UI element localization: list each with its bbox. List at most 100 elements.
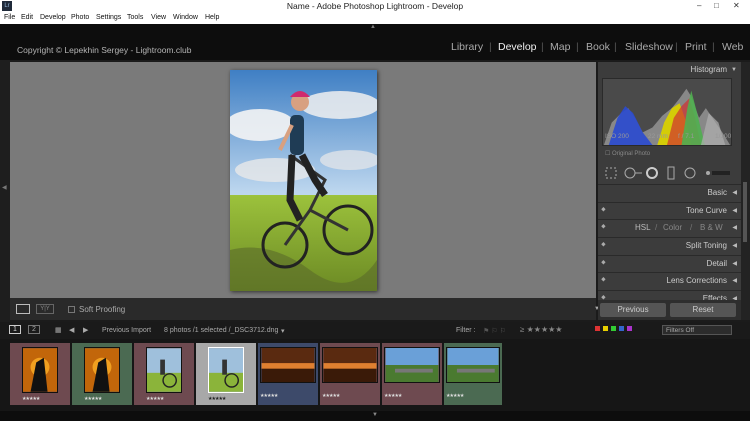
rating-stars[interactable]: ★★★★★ xyxy=(446,393,464,399)
tool-strip xyxy=(605,166,730,180)
rating-stars[interactable]: ★★★★★ xyxy=(384,393,402,399)
forward-arrow-icon[interactable]: ▶ xyxy=(83,326,88,334)
star-filter-icons[interactable]: ≥ ★★★★★ xyxy=(520,325,562,334)
hist-aperture: f / 7.1 xyxy=(678,133,695,140)
rating-stars[interactable]: ★★★★★ xyxy=(84,396,102,402)
loupe-view-button[interactable] xyxy=(16,304,30,314)
rating-stars[interactable]: ★★★★★ xyxy=(322,393,340,399)
yellow-label-filter[interactable] xyxy=(603,326,608,331)
hsl-panel-header[interactable]: ⯁ HSL / Color / B & W ◀ xyxy=(598,219,741,235)
menu-develop[interactable]: Develop xyxy=(40,12,66,24)
menu-help[interactable]: Help xyxy=(205,12,219,24)
close-button[interactable]: ✕ xyxy=(733,0,740,12)
menu-tools[interactable]: Tools xyxy=(127,12,143,24)
lens-corrections-header[interactable]: ⯁ Lens Corrections ◀ xyxy=(598,272,741,288)
spot-removal-icon[interactable] xyxy=(624,167,636,179)
effects-header[interactable]: ⯁ Effects ◀ xyxy=(598,290,741,300)
source-chevron-icon[interactable]: ▾ xyxy=(281,327,285,335)
panel-switch-icon[interactable]: ⯁ xyxy=(601,273,606,289)
expand-left-panel-icon[interactable]: ◀ xyxy=(2,184,7,191)
module-separator: | xyxy=(489,41,492,53)
module-separator: | xyxy=(576,41,579,53)
menu-file[interactable]: File xyxy=(4,12,15,24)
blue-label-filter[interactable] xyxy=(619,326,624,331)
filmstrip-source[interactable]: Previous Import xyxy=(102,327,151,334)
thumbnail-3[interactable]: ★★★★★ xyxy=(134,343,194,405)
rating-stars[interactable]: ★★★★★ xyxy=(208,396,226,402)
expand-triangle-icon: ◀ xyxy=(732,296,737,300)
develop-right-panel: Histogram ▼ ISO 200 22 mm f / 7.1 1/100 … xyxy=(598,62,741,320)
module-slideshow[interactable]: Slideshow xyxy=(625,41,673,53)
module-develop[interactable]: Develop xyxy=(498,41,537,53)
left-panel-collapsed[interactable]: ◀ xyxy=(0,60,10,322)
module-print[interactable]: Print xyxy=(685,41,707,53)
rating-stars[interactable]: ★★★★★ xyxy=(260,393,278,399)
basic-panel-header[interactable]: Basic ◀ xyxy=(598,184,741,200)
scrollbar-thumb[interactable] xyxy=(743,182,747,242)
panel-switch-icon[interactable]: ⯁ xyxy=(601,238,606,254)
filters-off-dropdown[interactable]: Filters Off xyxy=(662,325,732,335)
grid-view-icon[interactable]: ▦ xyxy=(55,326,62,334)
red-label-filter[interactable] xyxy=(595,326,600,331)
main-window-button[interactable]: 1 xyxy=(9,325,21,334)
module-separator: | xyxy=(712,41,715,53)
minimize-button[interactable]: – xyxy=(697,0,701,12)
thumbnail-2[interactable]: ★★★★★ xyxy=(72,343,132,405)
color-tab[interactable]: Color xyxy=(663,220,682,236)
panel-switch-icon[interactable]: ⯁ xyxy=(601,220,606,236)
canvas-toolbar: Y|Y Soft Proofing ▼ xyxy=(10,298,600,320)
thumbnail-6[interactable]: ★★★★★ xyxy=(320,343,380,405)
thumbnail-1[interactable]: ★★★★★ xyxy=(10,343,70,405)
right-panel-scrollbar[interactable] xyxy=(741,62,750,320)
expand-triangle-icon: ◀ xyxy=(732,261,737,267)
thumbnail-4-selected[interactable]: ★★★★★ xyxy=(196,343,256,405)
rating-stars[interactable]: ★★★★★ xyxy=(146,396,164,402)
main-photo-cyclist[interactable] xyxy=(230,70,377,291)
hsl-tab[interactable]: HSL xyxy=(635,220,651,236)
green-label-filter[interactable] xyxy=(611,326,616,331)
menu-edit[interactable]: Edit xyxy=(21,12,33,24)
original-photo-toggle[interactable]: ☐ Original Photo xyxy=(605,150,650,157)
collapse-top-panel-icon[interactable]: ▲ xyxy=(370,24,376,30)
thumb-image xyxy=(260,347,316,383)
menu-window[interactable]: Window xyxy=(173,12,198,24)
tone-curve-header[interactable]: ⯁ Tone Curve ◀ xyxy=(598,202,741,218)
module-library[interactable]: Library xyxy=(451,41,483,53)
bottom-bar: ▼ xyxy=(0,411,750,421)
collapse-filmstrip-icon[interactable]: ▼ xyxy=(372,412,378,418)
back-arrow-icon[interactable]: ◀ xyxy=(69,326,74,334)
split-toning-header[interactable]: ⯁ Split Toning ◀ xyxy=(598,237,741,253)
panel-switch-icon[interactable]: ⯁ xyxy=(601,203,606,219)
detail-header[interactable]: ⯁ Detail ◀ xyxy=(598,255,741,271)
thumbnail-5[interactable]: ★★★★★ xyxy=(258,343,318,405)
red-eye-icon[interactable] xyxy=(646,167,658,179)
reset-button[interactable]: Reset xyxy=(670,303,736,317)
maximize-button[interactable]: □ xyxy=(714,0,719,12)
flag-filter-icons[interactable]: ⚑ ⚐ ⚐ xyxy=(483,327,506,335)
thumbnail-7[interactable]: ★★★★★ xyxy=(382,343,442,405)
panel-switch-icon[interactable]: ⯁ xyxy=(601,256,606,272)
soft-proofing-checkbox[interactable] xyxy=(68,306,75,313)
panel-switch-icon[interactable]: ⯁ xyxy=(601,291,606,300)
menu-settings[interactable]: Settings xyxy=(96,12,121,24)
hist-shutter: 1/100 xyxy=(715,133,732,140)
adjustment-brush-icon[interactable] xyxy=(706,171,710,175)
crop-tool-icon[interactable] xyxy=(605,167,617,179)
purple-label-filter[interactable] xyxy=(627,326,632,331)
module-separator: | xyxy=(541,41,544,53)
radial-filter-icon[interactable] xyxy=(684,167,696,179)
module-book[interactable]: Book xyxy=(586,41,610,53)
thumb-image xyxy=(446,347,500,383)
graduated-filter-icon[interactable] xyxy=(667,166,675,180)
previous-button[interactable]: Previous xyxy=(600,303,666,317)
before-after-button[interactable]: Y|Y xyxy=(36,304,54,314)
thumbnail-8[interactable]: ★★★★★ xyxy=(444,343,502,405)
secondary-window-button[interactable]: 2 xyxy=(28,325,40,334)
bw-tab[interactable]: B & W xyxy=(700,220,723,236)
module-web[interactable]: Web xyxy=(722,41,743,53)
menu-view[interactable]: View xyxy=(151,12,166,24)
menu-photo[interactable]: Photo xyxy=(71,12,89,24)
histogram-header[interactable]: Histogram ▼ xyxy=(598,62,741,78)
rating-stars[interactable]: ★★★★★ xyxy=(22,396,40,402)
module-map[interactable]: Map xyxy=(550,41,570,53)
